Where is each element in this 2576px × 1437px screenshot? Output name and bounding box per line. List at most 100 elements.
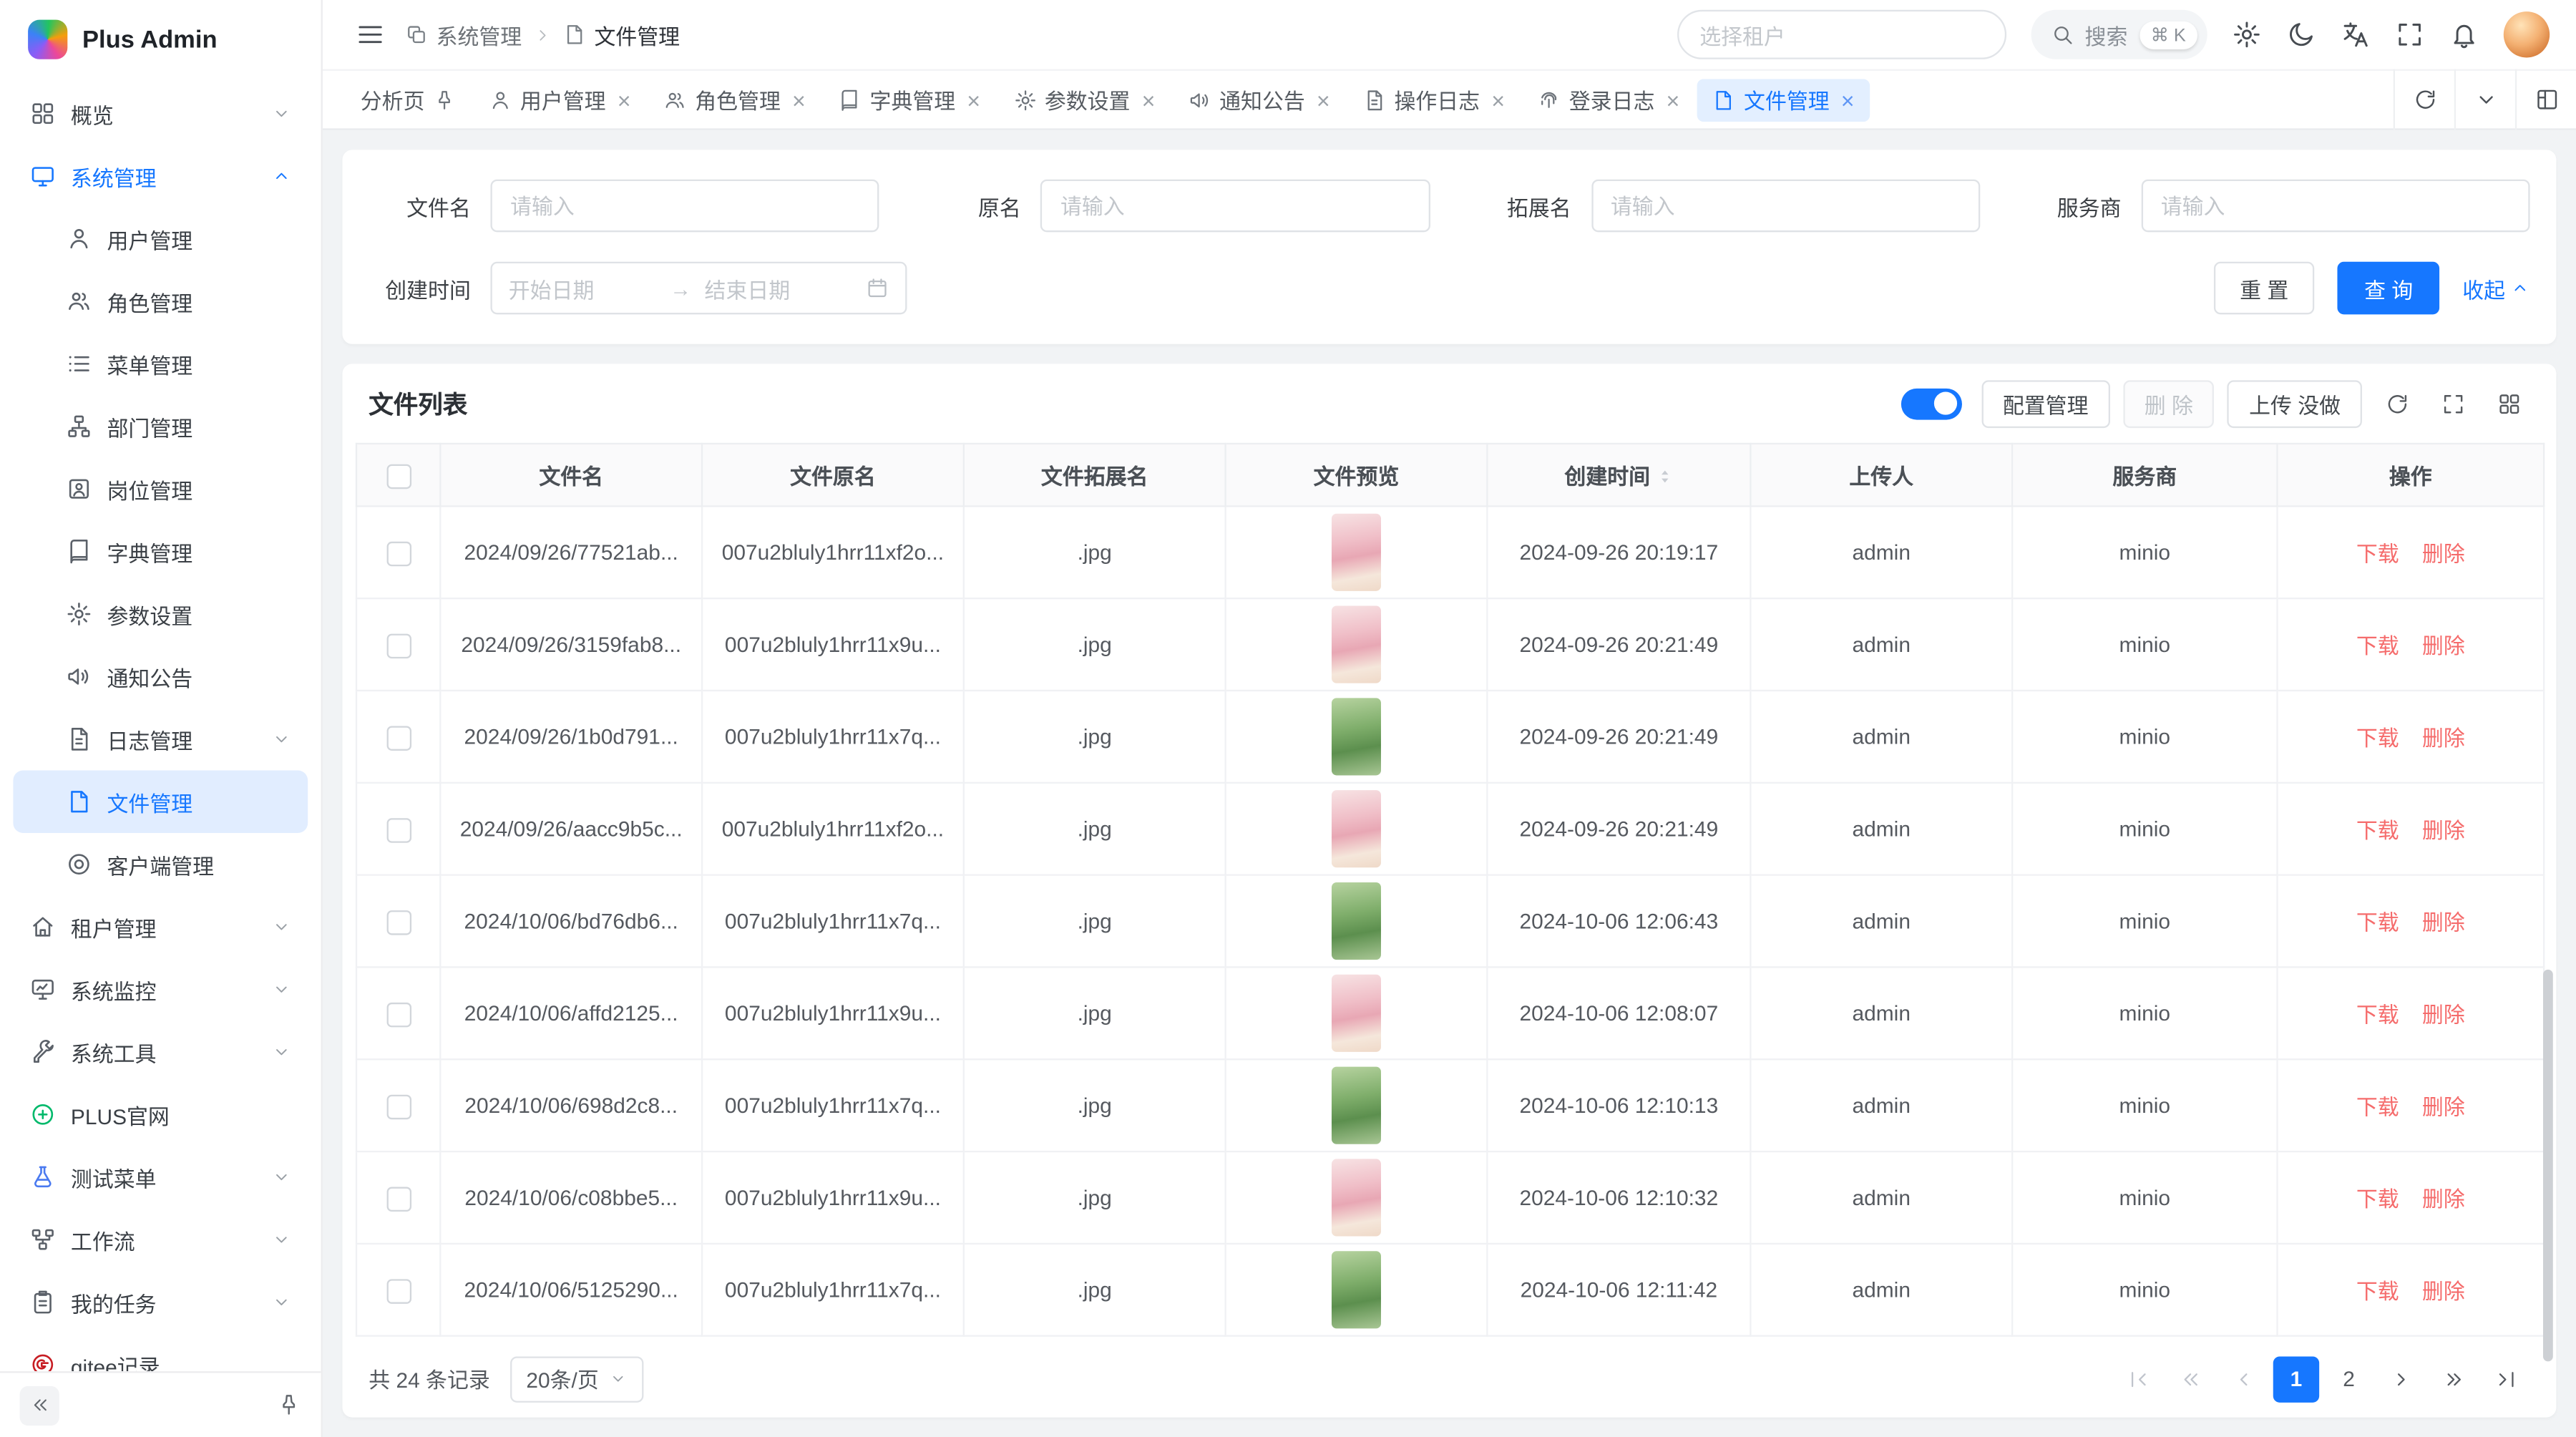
tab-close-icon[interactable]: ×: [792, 88, 806, 111]
next-page-button[interactable]: [2379, 1355, 2424, 1401]
delete-link[interactable]: 删除: [2422, 1279, 2465, 1304]
download-link[interactable]: 下载: [2356, 726, 2399, 751]
sidebar-item-tools[interactable]: 系统工具: [13, 1020, 308, 1083]
sidebar-item-file[interactable]: 文件管理: [13, 771, 308, 833]
row-checkbox[interactable]: [386, 817, 411, 842]
row-checkbox[interactable]: [386, 1094, 411, 1119]
sidebar-item-plus-site[interactable]: PLUS官网: [13, 1083, 308, 1146]
language-icon[interactable]: [2341, 20, 2370, 49]
tab-close-icon[interactable]: ×: [1142, 88, 1156, 111]
tab-file[interactable]: 文件管理×: [1698, 78, 1870, 121]
tab-close-icon[interactable]: ×: [1317, 88, 1330, 111]
sidebar-pin-button[interactable]: [276, 1393, 301, 1418]
row-checkbox[interactable]: [386, 910, 411, 935]
tab-user[interactable]: 用户管理×: [474, 78, 646, 121]
notifications-icon[interactable]: [2449, 20, 2479, 49]
tab-operlog[interactable]: 操作日志×: [1348, 78, 1520, 121]
sidebar-item-system[interactable]: 系统管理: [13, 145, 308, 207]
tenant-select[interactable]: 选择租户: [1677, 10, 2006, 59]
sidebar-item-dept[interactable]: 部门管理: [13, 395, 308, 457]
download-link[interactable]: 下载: [2356, 1003, 2399, 1028]
tab-role[interactable]: 角色管理×: [649, 78, 821, 121]
config-management-button[interactable]: 配置管理: [1981, 379, 2109, 427]
extension-input[interactable]: [1591, 180, 1979, 233]
delete-link[interactable]: 删除: [2422, 726, 2465, 751]
sidebar-item-dict[interactable]: 字典管理: [13, 520, 308, 583]
delete-link[interactable]: 删除: [2422, 1095, 2465, 1120]
file-preview-image[interactable]: [1332, 1251, 1381, 1328]
sidebar-item-monitor[interactable]: 系统监控: [13, 958, 308, 1020]
file-preview-image[interactable]: [1332, 698, 1381, 775]
refresh-table-button[interactable]: [2375, 382, 2418, 425]
download-link[interactable]: 下载: [2356, 910, 2399, 935]
user-avatar[interactable]: [2504, 11, 2550, 57]
fullscreen-icon[interactable]: [2395, 20, 2424, 49]
tab-close-icon[interactable]: ×: [1841, 88, 1855, 111]
file-preview-image[interactable]: [1332, 1159, 1381, 1236]
sidebar-item-log[interactable]: 日志管理: [13, 708, 308, 770]
delete-link[interactable]: 删除: [2422, 542, 2465, 567]
upload-button[interactable]: 上传 没做: [2228, 379, 2362, 427]
row-checkbox[interactable]: [386, 725, 411, 750]
date-range-picker[interactable]: 开始日期 → 结束日期: [490, 262, 907, 315]
last-page-button[interactable]: [2484, 1355, 2529, 1401]
tab-close-icon[interactable]: ×: [1666, 88, 1679, 111]
page-size-select[interactable]: 20条/页: [509, 1355, 643, 1401]
sidebar-item-menu[interactable]: 菜单管理: [13, 333, 308, 395]
file-preview-image[interactable]: [1332, 1067, 1381, 1144]
row-checkbox[interactable]: [386, 541, 411, 566]
jump-forward-button[interactable]: [2431, 1355, 2477, 1401]
collapse-filters-link[interactable]: 收起: [2462, 273, 2529, 304]
row-checkbox[interactable]: [386, 1278, 411, 1303]
dark-mode-icon[interactable]: [2286, 20, 2316, 49]
fullscreen-table-button[interactable]: [2431, 382, 2474, 425]
delete-link[interactable]: 删除: [2422, 1187, 2465, 1212]
tab-config[interactable]: 参数设置×: [998, 78, 1170, 121]
settings-gear-icon[interactable]: [2232, 20, 2261, 49]
file-preview-image[interactable]: [1332, 790, 1381, 867]
sidebar-item-config[interactable]: 参数设置: [13, 583, 308, 645]
column-header[interactable]: 创建时间: [1487, 444, 1750, 506]
file-preview-image[interactable]: [1332, 606, 1381, 683]
download-link[interactable]: 下载: [2356, 1279, 2399, 1304]
reset-button[interactable]: 重 置: [2213, 262, 2315, 315]
file-name-input[interactable]: [490, 180, 879, 233]
page-button-2[interactable]: 2: [2326, 1355, 2371, 1401]
download-link[interactable]: 下载: [2356, 1095, 2399, 1120]
tab-close-icon[interactable]: ×: [618, 88, 631, 111]
sidebar-item-user[interactable]: 用户管理: [13, 208, 308, 270]
first-page-button[interactable]: [2115, 1355, 2161, 1401]
page-button-1[interactable]: 1: [2273, 1355, 2319, 1401]
download-link[interactable]: 下载: [2356, 1187, 2399, 1212]
delete-link[interactable]: 删除: [2422, 634, 2465, 659]
sidebar-item-notice[interactable]: 通知公告: [13, 646, 308, 708]
breadcrumb-item[interactable]: 文件管理: [563, 19, 680, 50]
file-preview-image[interactable]: [1332, 514, 1381, 591]
sidebar-item-gitee[interactable]: gitee记录: [13, 1333, 308, 1371]
provider-input[interactable]: [2141, 180, 2529, 233]
jump-back-button[interactable]: [2168, 1355, 2214, 1401]
tab-close-icon[interactable]: ×: [1491, 88, 1505, 111]
select-all-checkbox[interactable]: [386, 464, 411, 489]
refresh-page-button[interactable]: [2394, 69, 2454, 130]
layout-button[interactable]: [2515, 69, 2576, 130]
original-name-input[interactable]: [1040, 180, 1429, 233]
tab-analysis[interactable]: 分析页: [346, 78, 471, 121]
file-preview-image[interactable]: [1332, 975, 1381, 1052]
row-checkbox[interactable]: [386, 1002, 411, 1027]
sidebar-collapse-button[interactable]: [20, 1385, 59, 1425]
file-preview-image[interactable]: [1332, 882, 1381, 960]
tab-notice[interactable]: 通知公告×: [1174, 78, 1345, 121]
tab-dict[interactable]: 字典管理×: [824, 78, 995, 121]
delete-link[interactable]: 删除: [2422, 1003, 2465, 1028]
download-link[interactable]: 下载: [2356, 542, 2399, 567]
prev-page-button[interactable]: [2220, 1355, 2266, 1401]
query-button[interactable]: 查 询: [2338, 262, 2439, 315]
column-settings-button[interactable]: [2487, 382, 2530, 425]
sidebar-item-tenant[interactable]: 租户管理: [13, 895, 308, 958]
row-checkbox[interactable]: [386, 1186, 411, 1211]
tab-options-button[interactable]: [2454, 69, 2515, 130]
row-checkbox[interactable]: [386, 633, 411, 658]
sidebar-item-workflow[interactable]: 工作流: [13, 1208, 308, 1270]
sidebar-item-role[interactable]: 角色管理: [13, 270, 308, 332]
